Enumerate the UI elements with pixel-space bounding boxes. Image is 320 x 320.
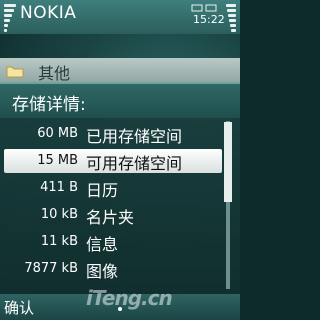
list-item-contacts[interactable]: 10 kB 名片夹 — [4, 203, 222, 227]
watermark-logo: iTeng.cn — [86, 286, 173, 310]
network-status-icon — [191, 4, 217, 12]
item-size: 7877 kB — [24, 261, 78, 276]
item-name: 日历 — [86, 181, 119, 200]
clock: 15:22 — [193, 13, 225, 26]
folder-icon — [6, 66, 24, 78]
popup-header: 存储详情: — [0, 84, 240, 118]
item-name: 可用存储空间 — [86, 154, 183, 173]
battery-level-icon — [226, 4, 236, 32]
item-name: 信息 — [86, 235, 119, 254]
item-name: 名片夹 — [86, 208, 135, 227]
item-size: 411 B — [40, 180, 78, 195]
list-item-calendar[interactable]: 411 B 日历 — [4, 176, 222, 200]
signal-strength-icon — [4, 4, 16, 32]
item-size: 10 kB — [40, 207, 78, 222]
app-title: NOKIA — [20, 3, 77, 23]
list-item-free-storage[interactable]: 15 MB 可用存储空间 — [4, 149, 222, 173]
phone-screen: NOKIA 15:22 其他 存储详情: 60 MB 已用存储空间 15 MB … — [0, 0, 240, 320]
list-item-folder[interactable]: 其他 — [0, 58, 240, 84]
confirm-softkey[interactable]: 确认 — [4, 297, 34, 318]
storage-details-popup: 存储详情: 60 MB 已用存储空间 15 MB 可用存储空间 411 B 日历… — [0, 82, 240, 294]
status-bar: NOKIA 15:22 — [0, 0, 240, 34]
item-name: 图像 — [86, 262, 119, 281]
list-item-images[interactable]: 7877 kB 图像 — [4, 257, 222, 281]
scrollbar-thumb[interactable] — [224, 122, 232, 202]
item-name: 已用存储空间 — [86, 127, 183, 146]
center-key-indicator-icon — [118, 307, 122, 311]
popup-title: 存储详情: — [12, 95, 86, 115]
item-size: 11 kB — [40, 234, 78, 249]
list-item-used-storage[interactable]: 60 MB 已用存储空间 — [4, 122, 222, 146]
list-item-messages[interactable]: 11 kB 信息 — [4, 230, 222, 254]
item-size: 60 MB — [37, 126, 78, 141]
folder-label: 其他 — [38, 64, 71, 83]
item-size: 15 MB — [37, 153, 78, 168]
